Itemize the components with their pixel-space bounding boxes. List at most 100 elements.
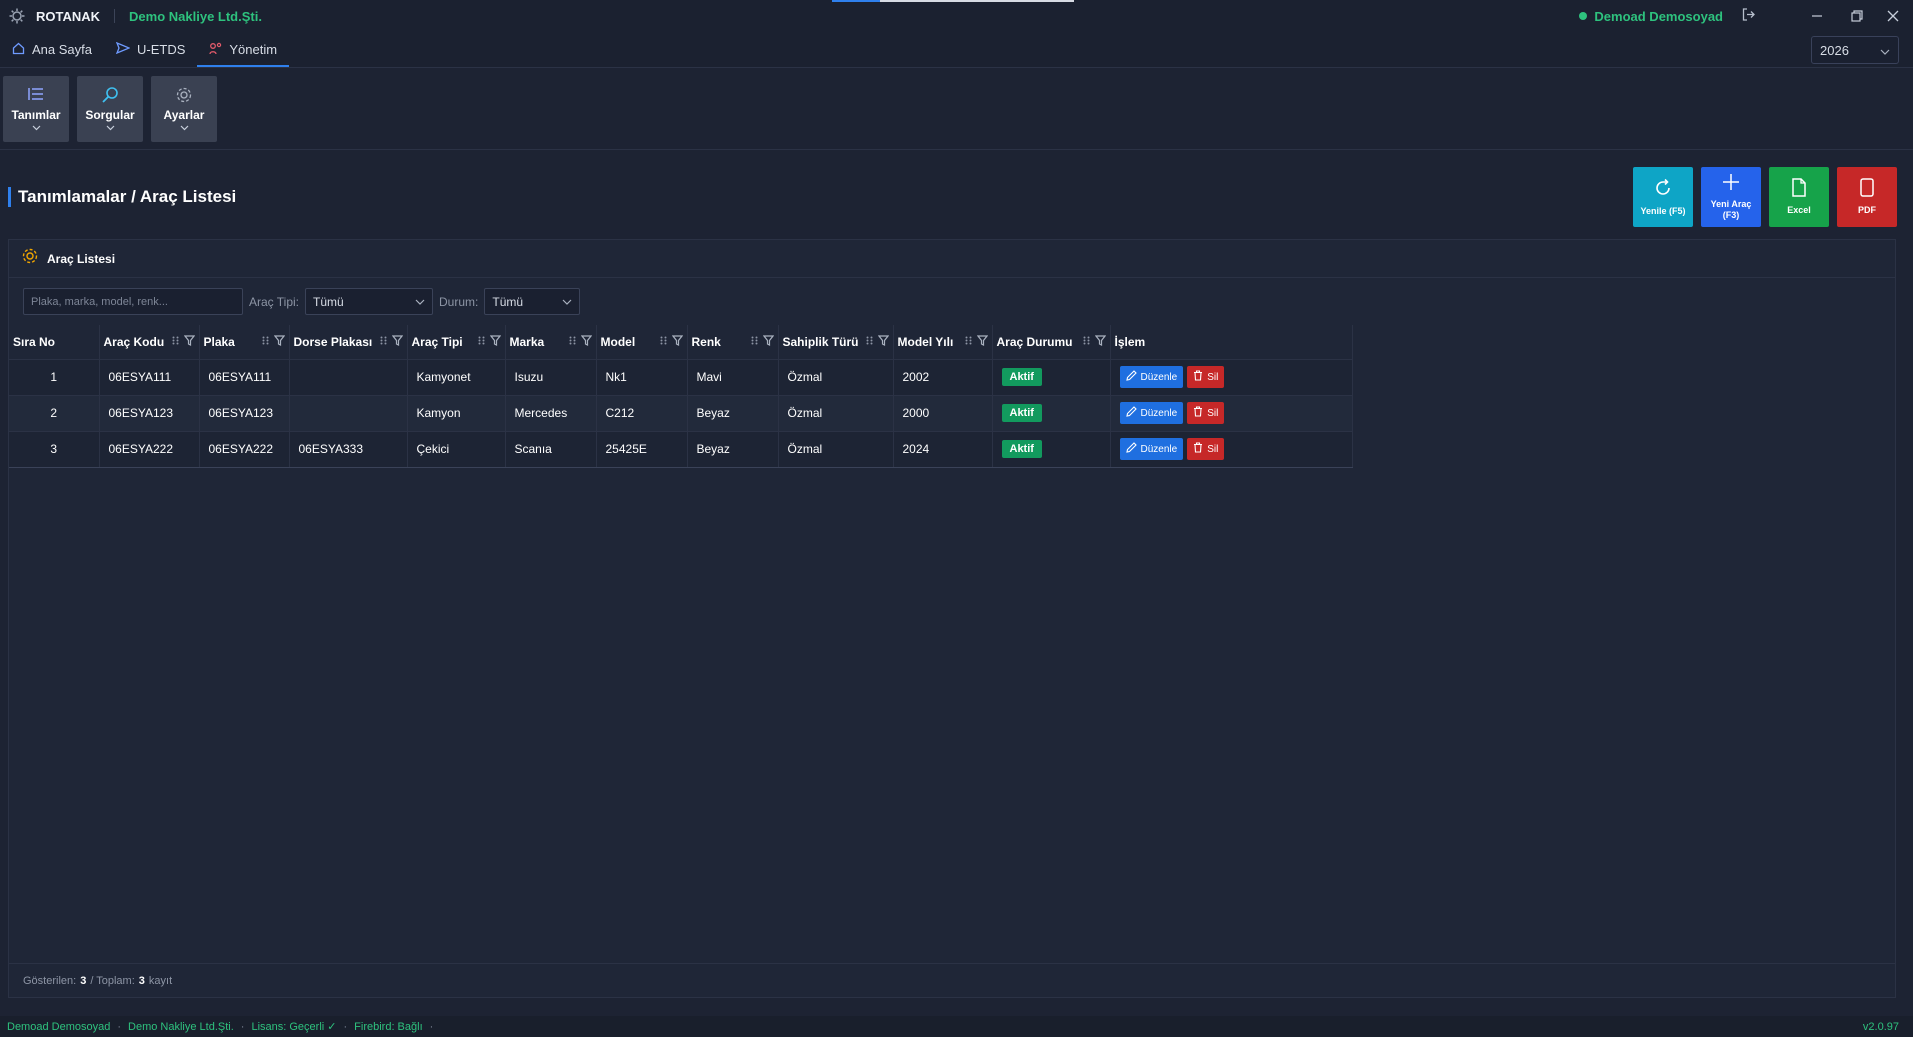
vehicle-type-value: Tümü: [313, 294, 344, 309]
year-select[interactable]: 2026: [1811, 36, 1899, 64]
col-plaka-cell: 06ESYA111: [199, 358, 290, 395]
shown-count: 3: [80, 974, 87, 987]
status-label: Durum:: [439, 294, 479, 309]
ribbon-sorgular-button[interactable]: Sorgular: [77, 76, 143, 142]
admin-icon: [209, 42, 222, 58]
col-islem-cell: Düzenle Sil: [1110, 358, 1353, 395]
title-accent-bar: [8, 187, 11, 207]
new-vehicle-button[interactable]: Yeni Araç (F3): [1701, 167, 1761, 227]
delete-button[interactable]: Sil: [1187, 438, 1225, 460]
edit-button[interactable]: Düzenle: [1119, 366, 1184, 388]
edit-button[interactable]: Düzenle: [1119, 402, 1184, 424]
cell-value: C212: [605, 406, 635, 420]
chevron-down-icon: [32, 124, 41, 133]
close-button[interactable]: [1873, 0, 1913, 32]
delete-button[interactable]: Sil: [1187, 402, 1225, 424]
chevron-down-icon: [106, 124, 115, 133]
delete-button[interactable]: Sil: [1187, 366, 1225, 388]
status-select[interactable]: Tümü: [484, 288, 581, 315]
header-tools: [660, 335, 683, 349]
plus-icon: [1722, 173, 1740, 196]
drag-handle-icon[interactable]: [380, 336, 387, 348]
filter-icon[interactable]: [489, 335, 501, 349]
col-arac-durumu-cell: Aktif: [992, 394, 1111, 431]
status-db: Firebird: Bağlı: [354, 1020, 423, 1033]
col-model-yili-header[interactable]: Model Yılı: [893, 325, 993, 359]
filter-icon[interactable]: [976, 335, 988, 349]
ribbon-tanimlar-button[interactable]: Tanımlar: [3, 76, 69, 142]
col-plaka-header[interactable]: Plaka: [199, 325, 290, 359]
total-count: 3: [138, 974, 145, 987]
drag-handle-icon[interactable]: [569, 336, 576, 348]
filter-icon[interactable]: [580, 335, 592, 349]
col-dorse-plakasi-header[interactable]: Dorse Plakası: [289, 325, 408, 359]
cell-value: 06ESYA111: [108, 370, 172, 384]
filter-icon[interactable]: [183, 335, 195, 349]
tab-u-etds[interactable]: U-ETDS: [104, 32, 197, 67]
table-row[interactable]: 2 06ESYA123 06ESYA123 Kamyon Mercedes C212 Bey…: [9, 394, 1353, 431]
table-row[interactable]: 1 06ESYA111 06ESYA111 Kamyonet Isuzu Nk1 Mavi Ö…: [9, 358, 1353, 395]
drag-handle-icon[interactable]: [751, 336, 758, 348]
tab-yonetim[interactable]: Yönetim: [197, 32, 289, 67]
pdf-export-button[interactable]: PDF: [1837, 167, 1897, 227]
col-marka-header[interactable]: Marka: [505, 325, 597, 359]
col-sahiplik-turu-cell: Özmal: [778, 430, 894, 468]
edit-label: Düzenle: [1140, 371, 1178, 383]
col-renk-cell: Beyaz: [687, 394, 779, 431]
refresh-button[interactable]: Yenile (F5): [1633, 167, 1693, 227]
col-plaka-cell: 06ESYA222: [199, 430, 290, 468]
drag-handle-icon[interactable]: [866, 336, 873, 348]
panel-title: Araç Listesi: [47, 251, 116, 266]
shown-label: Gösterilen:: [23, 974, 77, 987]
ribbon-ayarlar-button[interactable]: Ayarlar: [151, 76, 217, 142]
filter-icon[interactable]: [391, 335, 403, 349]
column-header-label: Model: [600, 334, 636, 349]
status-separator: ·: [240, 1020, 245, 1033]
cell-value: Mercedes: [514, 406, 568, 420]
status-separator: ·: [429, 1020, 434, 1033]
status-license: Lisans: Geçerli ✓: [251, 1021, 337, 1033]
filter-icon[interactable]: [1094, 335, 1106, 349]
col-sahiplik-turu-header[interactable]: Sahiplik Türü: [778, 325, 894, 359]
header-tools: [380, 335, 403, 349]
col-arac-durumu-cell: Aktif: [992, 358, 1111, 395]
tab-ana-sayfa[interactable]: Ana Sayfa: [0, 32, 104, 67]
tab-label: Yönetim: [229, 42, 278, 57]
logout-icon[interactable]: [1742, 8, 1755, 24]
chevron-down-icon: [562, 297, 572, 307]
col-renk-cell: Mavi: [687, 358, 779, 395]
app-version: v2.0.97: [1862, 1020, 1899, 1033]
panel-header: Araç Listesi: [9, 240, 1895, 278]
cell-value: Isuzu: [514, 370, 544, 384]
col-arac-durumu-header[interactable]: Araç Durumu: [992, 325, 1111, 359]
col-arac-tipi-header[interactable]: Araç Tipi: [407, 325, 506, 359]
filter-icon[interactable]: [877, 335, 889, 349]
col-sira-no-cell: 2: [9, 394, 100, 431]
drag-handle-icon[interactable]: [660, 336, 667, 348]
drag-handle-icon[interactable]: [262, 336, 269, 348]
cell-value: 3: [50, 442, 58, 456]
excel-export-button[interactable]: Excel: [1769, 167, 1829, 227]
drag-handle-icon[interactable]: [1083, 336, 1090, 348]
filter-icon[interactable]: [762, 335, 774, 349]
col-renk-header[interactable]: Renk: [687, 325, 779, 359]
minimize-button[interactable]: [1797, 0, 1837, 32]
edit-button[interactable]: Düzenle: [1119, 438, 1184, 460]
vehicle-type-select[interactable]: Tümü: [305, 288, 434, 315]
filter-icon[interactable]: [671, 335, 683, 349]
drag-handle-icon[interactable]: [478, 336, 485, 348]
col-model-header[interactable]: Model: [596, 325, 688, 359]
app-name: ROTANAK: [36, 8, 101, 24]
current-user[interactable]: Demoad Demosoyad: [1579, 9, 1723, 24]
pencil-icon: [1125, 370, 1137, 384]
cell-value: Özmal: [787, 370, 823, 384]
drag-handle-icon[interactable]: [965, 336, 972, 348]
drag-handle-icon[interactable]: [172, 336, 179, 348]
col-arac-kodu-header[interactable]: Araç Kodu: [99, 325, 200, 359]
filter-icon[interactable]: [273, 335, 285, 349]
search-input[interactable]: [23, 288, 243, 315]
col-marka-cell: Mercedes: [505, 394, 597, 431]
page-title-text: Tanımlamalar / Araç Listesi: [18, 187, 237, 206]
table-row[interactable]: 3 06ESYA222 06ESYA222 06ESYA333 Çekici Scanıa…: [9, 430, 1353, 468]
restore-button[interactable]: [1837, 0, 1877, 32]
